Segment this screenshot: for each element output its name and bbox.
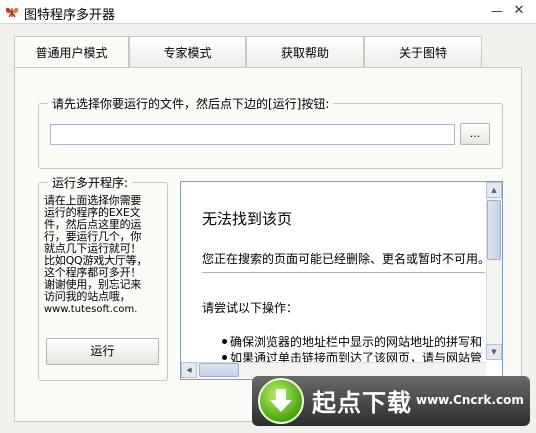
file-path-input[interactable]: [50, 124, 455, 145]
tab-normal-mode[interactable]: 普通用户模式: [14, 36, 129, 68]
close-button[interactable]: ✕: [511, 3, 527, 19]
page-not-found-message: 您正在搜索的页面可能已经删除、更名或暂时不可用。: [202, 252, 491, 266]
vertical-scroll-thumb[interactable]: [487, 200, 501, 260]
run-group-label: 运行多开程序:: [48, 174, 133, 191]
scroll-down-icon[interactable]: ▼: [486, 344, 502, 360]
site-url: www.tutesoft.com.: [44, 304, 138, 315]
download-arrow-icon: [270, 389, 292, 412]
file-select-group-label: 请先选择你要运行的文件，然后点下边的[运行]按钮:: [48, 95, 334, 112]
try-following-label: 请尝试以下操作：: [202, 301, 299, 315]
bullet-dot: [222, 339, 227, 344]
tab-about[interactable]: 关于图特: [364, 36, 482, 68]
horizontal-scroll-thumb[interactable]: [199, 363, 239, 377]
browse-button[interactable]: ...: [460, 123, 490, 145]
window-title: 图特程序多开器: [24, 8, 116, 23]
bullet-dot: [222, 355, 227, 360]
watermark-title: 起点下载: [312, 389, 412, 417]
scroll-left-icon[interactable]: ◀: [181, 362, 197, 378]
tab-get-help[interactable]: 获取帮助: [246, 36, 364, 68]
suggestion-item: 确保浏览器的地址栏中显示的网站地址的拼写和: [230, 335, 483, 349]
watermark-url: www.Cncrk.com: [416, 393, 524, 407]
content-divider: [202, 272, 485, 273]
run-button[interactable]: 运行: [46, 338, 159, 365]
page-not-found-heading: 无法找到该页: [202, 210, 293, 228]
minimize-button[interactable]: —: [489, 3, 505, 19]
run-description: 请在上面选择你需要 运行的程序的EXE文 件，然后点这里的运 行，要运行几个，你…: [44, 194, 148, 303]
butterfly-icon: [5, 7, 19, 18]
tab-expert-mode[interactable]: 专家模式: [129, 36, 246, 68]
scroll-up-icon[interactable]: ▲: [486, 182, 502, 198]
